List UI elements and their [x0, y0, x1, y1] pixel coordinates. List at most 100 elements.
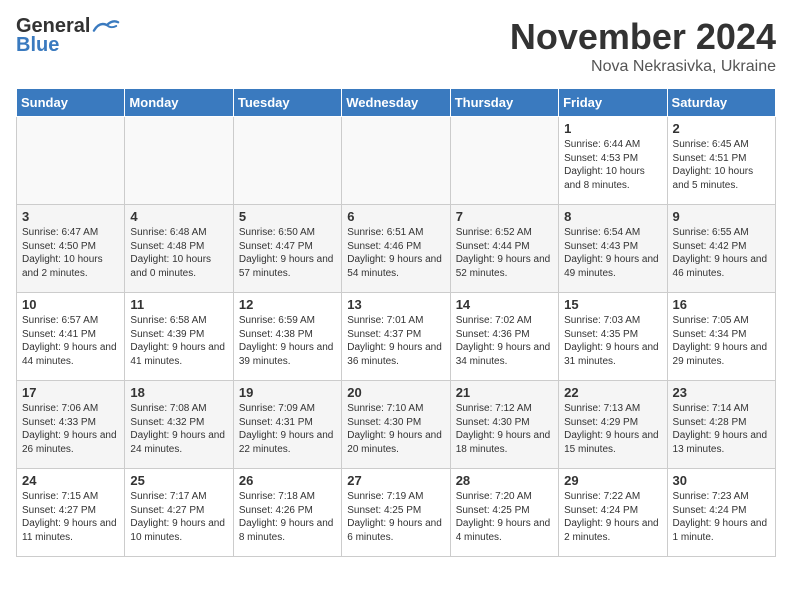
calendar: Sunday Monday Tuesday Wednesday Thursday… — [16, 88, 776, 557]
day-info: Sunrise: 7:19 AM Sunset: 4:25 PM Dayligh… — [347, 490, 444, 544]
calendar-cell: 10 Sunrise: 6:57 AM Sunset: 4:41 PM Dayli… — [17, 293, 125, 381]
calendar-cell: 21 Sunrise: 7:12 AM Sunset: 4:30 PM Dayli… — [450, 381, 558, 469]
calendar-cell: 9 Sunrise: 6:55 AM Sunset: 4:42 PM Daylig… — [667, 205, 775, 293]
day-info: Sunrise: 6:47 AM Sunset: 4:50 PM Dayligh… — [22, 226, 119, 280]
weekday-header-row: Sunday Monday Tuesday Wednesday Thursday… — [17, 89, 776, 117]
calendar-cell — [17, 117, 125, 205]
day-number: 1 — [564, 121, 661, 136]
header-friday: Friday — [559, 89, 667, 117]
day-number: 14 — [456, 297, 553, 312]
day-info: Sunrise: 7:22 AM Sunset: 4:24 PM Dayligh… — [564, 490, 661, 544]
day-info: Sunrise: 7:23 AM Sunset: 4:24 PM Dayligh… — [673, 490, 770, 544]
calendar-week-3: 10 Sunrise: 6:57 AM Sunset: 4:41 PM Dayli… — [17, 293, 776, 381]
day-number: 15 — [564, 297, 661, 312]
day-number: 30 — [673, 473, 770, 488]
calendar-cell: 20 Sunrise: 7:10 AM Sunset: 4:30 PM Dayli… — [342, 381, 450, 469]
day-info: Sunrise: 7:09 AM Sunset: 4:31 PM Dayligh… — [239, 402, 336, 456]
calendar-cell: 14 Sunrise: 7:02 AM Sunset: 4:36 PM Dayli… — [450, 293, 558, 381]
day-info: Sunrise: 7:10 AM Sunset: 4:30 PM Dayligh… — [347, 402, 444, 456]
day-info: Sunrise: 7:13 AM Sunset: 4:29 PM Dayligh… — [564, 402, 661, 456]
day-info: Sunrise: 7:01 AM Sunset: 4:37 PM Dayligh… — [347, 314, 444, 368]
calendar-week-1: 1Sunrise: 6:44 AM Sunset: 4:53 PM Daylig… — [17, 117, 776, 205]
calendar-cell: 2 Sunrise: 6:45 AM Sunset: 4:51 PM Daylig… — [667, 117, 775, 205]
day-number: 27 — [347, 473, 444, 488]
day-info: Sunrise: 7:08 AM Sunset: 4:32 PM Dayligh… — [130, 402, 227, 456]
month-title: November 2024 — [510, 16, 776, 58]
day-info: Sunrise: 6:55 AM Sunset: 4:42 PM Dayligh… — [673, 226, 770, 280]
day-number: 22 — [564, 385, 661, 400]
day-info: Sunrise: 6:57 AM Sunset: 4:41 PM Dayligh… — [22, 314, 119, 368]
logo-blue-text: Blue — [16, 34, 59, 56]
calendar-cell: 8 Sunrise: 6:54 AM Sunset: 4:43 PM Daylig… — [559, 205, 667, 293]
calendar-cell: 4 Sunrise: 6:48 AM Sunset: 4:48 PM Daylig… — [125, 205, 233, 293]
calendar-cell: 5Sunrise: 6:50 AM Sunset: 4:47 PM Daylig… — [233, 205, 341, 293]
day-number: 8 — [564, 209, 661, 224]
calendar-cell: 1Sunrise: 6:44 AM Sunset: 4:53 PM Daylig… — [559, 117, 667, 205]
logo-text: General — [16, 16, 90, 36]
calendar-cell: 29 Sunrise: 7:22 AM Sunset: 4:24 PM Dayli… — [559, 469, 667, 557]
day-number: 2 — [673, 121, 770, 136]
calendar-cell: 17Sunrise: 7:06 AM Sunset: 4:33 PM Dayli… — [17, 381, 125, 469]
day-number: 4 — [130, 209, 227, 224]
day-info: Sunrise: 6:48 AM Sunset: 4:48 PM Dayligh… — [130, 226, 227, 280]
day-number: 12 — [239, 297, 336, 312]
day-info: Sunrise: 6:54 AM Sunset: 4:43 PM Dayligh… — [564, 226, 661, 280]
calendar-cell: 7 Sunrise: 6:52 AM Sunset: 4:44 PM Daylig… — [450, 205, 558, 293]
calendar-cell: 22 Sunrise: 7:13 AM Sunset: 4:29 PM Dayli… — [559, 381, 667, 469]
calendar-cell: 16Sunrise: 7:05 AM Sunset: 4:34 PM Dayli… — [667, 293, 775, 381]
day-number: 3 — [22, 209, 119, 224]
day-number: 5 — [239, 209, 336, 224]
header-sunday: Sunday — [17, 89, 125, 117]
day-info: Sunrise: 7:12 AM Sunset: 4:30 PM Dayligh… — [456, 402, 553, 456]
calendar-cell: 3 Sunrise: 6:47 AM Sunset: 4:50 PM Daylig… — [17, 205, 125, 293]
day-info: Sunrise: 7:02 AM Sunset: 4:36 PM Dayligh… — [456, 314, 553, 368]
day-number: 28 — [456, 473, 553, 488]
day-info: Sunrise: 7:14 AM Sunset: 4:28 PM Dayligh… — [673, 402, 770, 456]
day-number: 20 — [347, 385, 444, 400]
day-info: Sunrise: 7:05 AM Sunset: 4:34 PM Dayligh… — [673, 314, 770, 368]
day-number: 11 — [130, 297, 227, 312]
day-info: Sunrise: 6:45 AM Sunset: 4:51 PM Dayligh… — [673, 138, 770, 192]
header-tuesday: Tuesday — [233, 89, 341, 117]
day-number: 18 — [130, 385, 227, 400]
calendar-cell: 18 Sunrise: 7:08 AM Sunset: 4:32 PM Dayli… — [125, 381, 233, 469]
day-number: 24 — [22, 473, 119, 488]
logo-bird-icon — [92, 17, 120, 35]
header-wednesday: Wednesday — [342, 89, 450, 117]
day-number: 21 — [456, 385, 553, 400]
day-number: 9 — [673, 209, 770, 224]
calendar-cell: 30 Sunrise: 7:23 AM Sunset: 4:24 PM Dayli… — [667, 469, 775, 557]
header-monday: Monday — [125, 89, 233, 117]
day-number: 7 — [456, 209, 553, 224]
calendar-cell: 6 Sunrise: 6:51 AM Sunset: 4:46 PM Daylig… — [342, 205, 450, 293]
day-info: Sunrise: 6:51 AM Sunset: 4:46 PM Dayligh… — [347, 226, 444, 280]
day-info: Sunrise: 7:17 AM Sunset: 4:27 PM Dayligh… — [130, 490, 227, 544]
day-info: Sunrise: 6:52 AM Sunset: 4:44 PM Dayligh… — [456, 226, 553, 280]
day-info: Sunrise: 7:18 AM Sunset: 4:26 PM Dayligh… — [239, 490, 336, 544]
calendar-cell: 15Sunrise: 7:03 AM Sunset: 4:35 PM Dayli… — [559, 293, 667, 381]
calendar-week-4: 17Sunrise: 7:06 AM Sunset: 4:33 PM Dayli… — [17, 381, 776, 469]
calendar-cell — [342, 117, 450, 205]
calendar-cell: 26 Sunrise: 7:18 AM Sunset: 4:26 PM Dayli… — [233, 469, 341, 557]
day-number: 6 — [347, 209, 444, 224]
day-number: 25 — [130, 473, 227, 488]
calendar-cell: 19Sunrise: 7:09 AM Sunset: 4:31 PM Dayli… — [233, 381, 341, 469]
day-info: Sunrise: 7:20 AM Sunset: 4:25 PM Dayligh… — [456, 490, 553, 544]
day-info: Sunrise: 7:15 AM Sunset: 4:27 PM Dayligh… — [22, 490, 119, 544]
calendar-cell: 28 Sunrise: 7:20 AM Sunset: 4:25 PM Dayli… — [450, 469, 558, 557]
calendar-cell — [125, 117, 233, 205]
calendar-week-5: 24 Sunrise: 7:15 AM Sunset: 4:27 PM Dayli… — [17, 469, 776, 557]
title-area: November 2024 Nova Nekrasivka, Ukraine — [510, 16, 776, 76]
day-number: 29 — [564, 473, 661, 488]
day-number: 13 — [347, 297, 444, 312]
calendar-cell: 12Sunrise: 6:59 AM Sunset: 4:38 PM Dayli… — [233, 293, 341, 381]
day-number: 26 — [239, 473, 336, 488]
header: General Blue November 2024 Nova Nekrasiv… — [16, 16, 776, 76]
calendar-cell: 24 Sunrise: 7:15 AM Sunset: 4:27 PM Dayli… — [17, 469, 125, 557]
calendar-week-2: 3 Sunrise: 6:47 AM Sunset: 4:50 PM Daylig… — [17, 205, 776, 293]
calendar-cell — [450, 117, 558, 205]
day-number: 17 — [22, 385, 119, 400]
day-number: 10 — [22, 297, 119, 312]
calendar-cell: 27 Sunrise: 7:19 AM Sunset: 4:25 PM Dayli… — [342, 469, 450, 557]
logo: General Blue — [16, 16, 120, 57]
